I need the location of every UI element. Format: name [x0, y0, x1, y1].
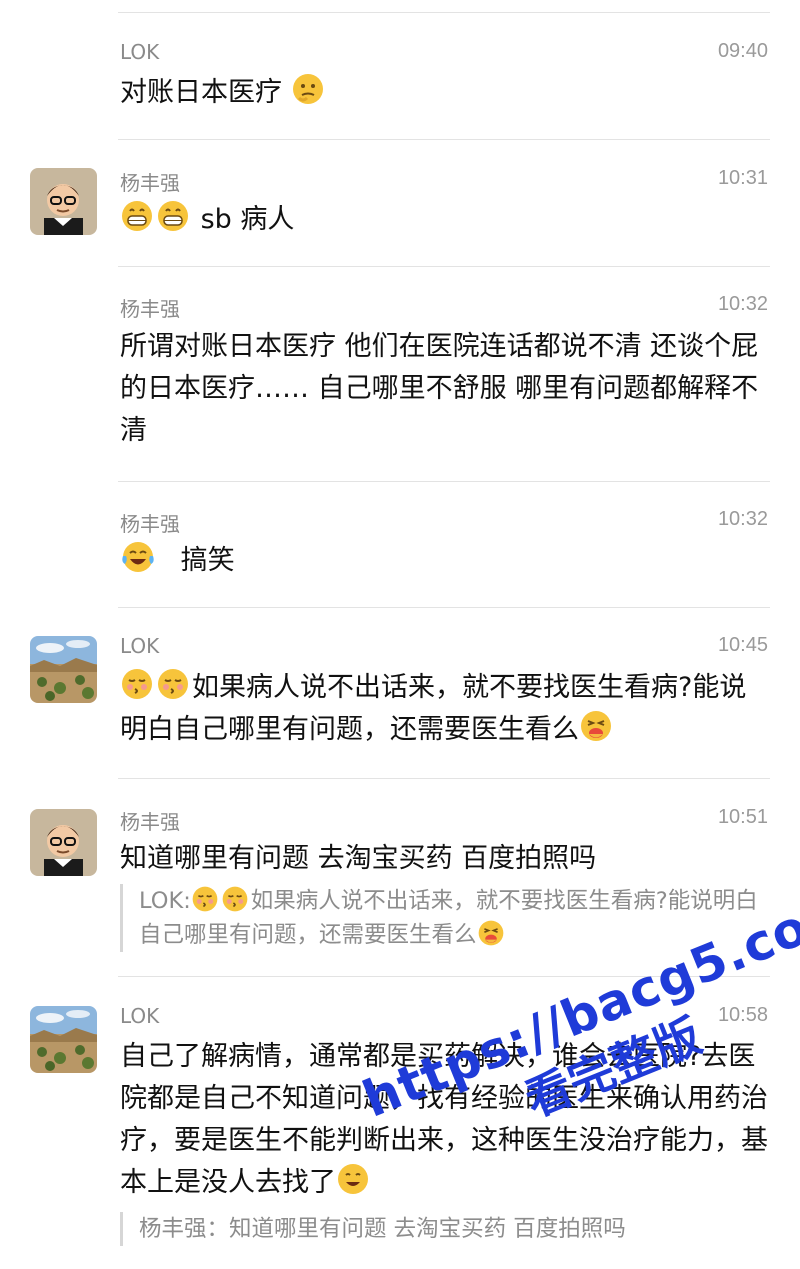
message-time: 10:31: [717, 167, 768, 189]
cartoon-man-avatar-icon: [30, 168, 97, 235]
quoted-message[interactable]: LOK: 如果病人说不出话来，就不要找医生看病?能说明白自己哪里有问题，还需要医…: [120, 884, 779, 952]
kissing-face-icon: [222, 886, 248, 912]
sender-name: LOK: [120, 1004, 160, 1028]
kissing-face-icon: [192, 886, 218, 912]
divider: [118, 139, 770, 140]
message-text: 对账日本医疗: [120, 72, 772, 114]
divider: [118, 778, 770, 779]
quoted-message[interactable]: 杨丰强：知道哪里有问题 去淘宝买药 百度拍照吗: [120, 1212, 779, 1246]
message-text: 自己了解病情，通常都是买药解决，谁会去医院?去医院都是自己不知道问题，找有经验的…: [120, 1041, 768, 1198]
avatar[interactable]: [30, 1006, 97, 1073]
message-text: 搞笑: [120, 540, 772, 582]
sender-name: LOK: [120, 634, 160, 658]
message-time: 10:51: [717, 806, 768, 828]
message-text: 如果病人说不出话来，就不要找医生看病?能说明白自己哪里有问题，还需要医生看么: [120, 667, 772, 751]
vomiting-face-icon: [581, 711, 611, 741]
avatar[interactable]: [30, 809, 97, 876]
sender-name: LOK: [120, 40, 160, 64]
avatar[interactable]: [30, 168, 97, 235]
desert-landscape-avatar-icon: [30, 1006, 97, 1073]
thinking-face-icon: [292, 74, 323, 104]
vomiting-face-icon: [478, 920, 503, 946]
message-text: 所谓对账日本医疗 他们在医院连话都说不清 还谈个屁的日本医疗…… 自己哪里不舒服…: [120, 331, 759, 446]
message-time: 10:32: [717, 508, 768, 530]
sweat-smile-face-icon: [338, 1164, 368, 1194]
message-text: sb 病人: [120, 199, 772, 241]
message-time: 10:58: [717, 1004, 768, 1026]
desert-landscape-avatar-icon: [30, 636, 97, 703]
divider: [118, 607, 770, 608]
divider: [118, 481, 770, 482]
kissing-face-icon: [122, 669, 152, 699]
grinning-face-icon: [122, 201, 152, 231]
divider: [118, 12, 770, 13]
message-time: 10:32: [717, 293, 768, 315]
message-time: 09:40: [717, 40, 768, 62]
sender-name: 杨丰强: [120, 171, 180, 195]
sender-name: 杨丰强: [120, 297, 180, 321]
kissing-face-icon: [158, 669, 188, 699]
grinning-face-icon: [158, 201, 188, 231]
message-time: 10:45: [717, 634, 768, 656]
cartoon-man-avatar-icon: [30, 809, 97, 876]
divider: [118, 266, 770, 267]
divider: [118, 976, 770, 977]
message-text: 知道哪里有问题 去淘宝买药 百度拍照吗: [120, 843, 597, 874]
avatar[interactable]: [30, 636, 97, 703]
sender-name: 杨丰强: [120, 512, 180, 536]
sender-name: 杨丰强: [120, 810, 180, 834]
tears-of-joy-face-icon: [122, 542, 154, 572]
